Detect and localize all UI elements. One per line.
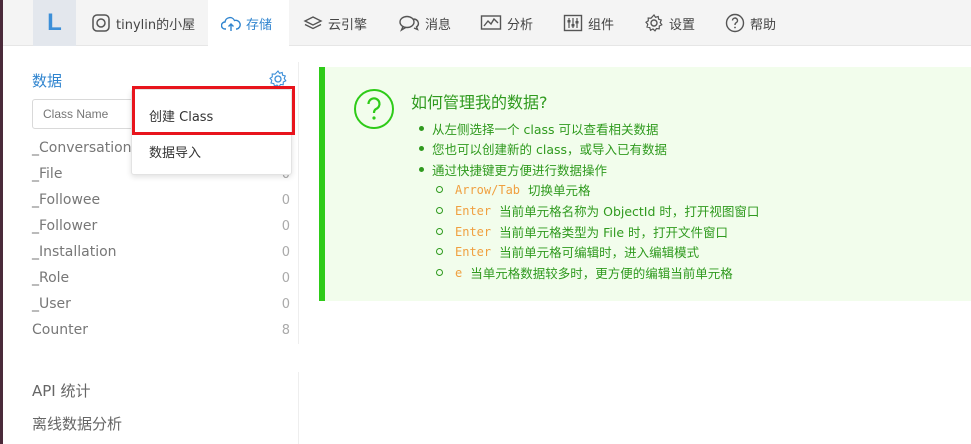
shortcut-key: Enter [455,224,492,239]
offline-analysis-link[interactable]: 离线数据分析 [32,413,122,434]
shortcut-item: Enter 当前单元格可编辑时，进入编辑模式 [436,242,699,261]
class-item-followee[interactable]: _Followee 0 [32,188,290,212]
shortcut-item: Enter 当前单元格类型为 File 时，打开文件窗口 [436,222,728,241]
help-bullet-text: 通过快捷键更方便进行数据操作 [432,163,608,178]
class-name: _File [32,166,63,182]
bullet-dot [419,146,424,151]
circle-bullet [436,207,443,214]
chat-bubbles-icon [399,15,420,32]
shortcut-item: Arrow/Tab 切换单元格 [436,180,591,199]
tab-components[interactable]: 组件 [563,0,614,46]
instagram-icon [92,14,110,32]
shortcut-desc: 当前单元格类型为 File 时，打开文件窗口 [499,225,728,240]
window-edge [0,0,3,444]
sidebar-divider-lower [298,372,299,444]
shortcut-desc: 当单元格数据较多时，更方便的编辑当前单元格 [470,266,733,281]
tab-storage[interactable]: 存储 [208,0,289,47]
question-icon [725,13,745,33]
tab-components-label: 组件 [588,17,615,33]
class-item-role[interactable]: _Role 0 [32,266,290,290]
nav-app-name[interactable]: tinylin的小屋 [91,0,195,46]
tab-messages-label: 消息 [425,17,452,33]
class-count: 8 [281,322,290,338]
class-name: _Role [32,270,70,286]
class-name: _Followee [32,192,101,208]
tab-analytics[interactable]: 分析 [480,0,533,46]
class-item-installation[interactable]: _Installation 0 [32,240,290,264]
tab-cloud-engine-label: 云引擎 [328,17,368,33]
help-bullet-text: 从左侧选择一个 class 可以查看相关数据 [432,122,659,137]
help-bullet: 从左侧选择一个 class 可以查看相关数据 [419,119,658,138]
top-navbar: L tinylin的小屋 存储 云引擎 消息 分析 组件 设置 帮助 [3,0,971,47]
class-item-follower[interactable]: _Follower 0 [32,214,290,238]
tab-help[interactable]: 帮助 [725,0,776,46]
tab-storage-label: 存储 [246,18,273,33]
help-bullet: 通过快捷键更方便进行数据操作 [419,160,607,179]
help-question-icon [354,89,394,129]
import-data-menu-item[interactable]: 数据导入 [132,134,291,168]
help-title: 如何管理我的数据? [411,93,548,112]
circle-bullet [436,228,443,235]
gear-icon [645,14,663,32]
tab-settings-label: 设置 [669,17,696,33]
circle-bullet [436,248,443,255]
shortcut-item: e 当单元格数据较多时，更方便的编辑当前单元格 [436,263,733,282]
bullet-dot [419,167,424,172]
circle-bullet [436,186,443,193]
shortcut-key: Enter [455,203,492,218]
tab-help-label: 帮助 [750,17,777,33]
help-bullet-text: 您也可以创建新的 class，或导入已有数据 [432,142,668,157]
class-count: 0 [281,270,290,286]
highlight-box [132,86,295,135]
class-name: _User [32,296,71,312]
class-search-input[interactable] [32,99,142,129]
tab-cloud-engine[interactable]: 云引擎 [303,0,367,46]
shortcut-key: Arrow/Tab [455,182,521,197]
class-name: _Conversation [32,140,132,156]
sidebar-divider [298,62,299,344]
bullet-dot [419,126,424,131]
class-item-user[interactable]: _User 0 [32,292,290,316]
sliders-icon [563,14,583,32]
class-name: _Installation [32,244,117,260]
api-stats-link[interactable]: API 统计 [32,380,91,401]
app-logo[interactable]: L [33,0,76,46]
class-count: 0 [281,218,290,234]
help-panel: 如何管理我的数据? 从左侧选择一个 class 可以查看相关数据 您也可以创建新… [319,67,971,301]
tab-settings[interactable]: 设置 [644,0,695,46]
tab-analytics-label: 分析 [507,17,534,33]
circle-bullet [436,269,443,276]
class-count: 0 [281,244,290,260]
cloud-upload-icon [221,16,241,31]
shortcut-desc: 当前单元格名称为 ObjectId 时，打开视图窗口 [499,204,760,219]
class-count: 0 [281,296,290,312]
class-item-counter[interactable]: Counter 8 [32,318,290,342]
class-name: _Follower [32,218,98,234]
help-bullet: 您也可以创建新的 class，或导入已有数据 [419,139,667,158]
class-count: 0 [281,192,290,208]
shortcut-item: Enter 当前单元格名称为 ObjectId 时，打开视图窗口 [436,201,759,220]
class-name: Counter [32,322,88,338]
chart-icon [480,15,502,30]
shortcut-key: e [455,265,463,280]
nav-app-name-label: tinylin的小屋 [116,17,196,33]
tab-messages[interactable]: 消息 [398,0,451,46]
shortcut-desc: 切换单元格 [528,183,591,198]
shortcut-key: Enter [455,244,492,259]
layers-icon [303,16,323,30]
shortcut-desc: 当前单元格可编辑时，进入编辑模式 [499,245,700,260]
sidebar-title: 数据 [32,72,63,90]
